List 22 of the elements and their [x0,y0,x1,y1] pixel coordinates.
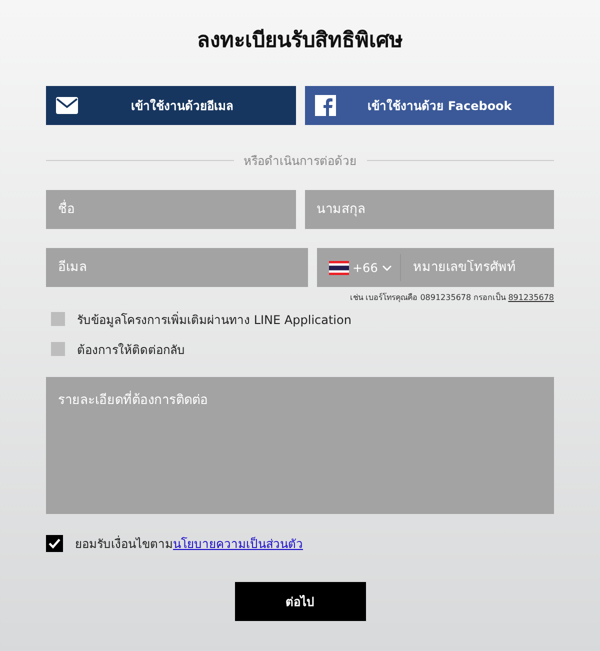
consent-checkbox[interactable] [46,535,63,552]
flag-icon [328,260,348,274]
privacy-policy-link[interactable]: นโยบายความเป็นส่วนตัว [173,537,303,551]
consent-text: ยอมรับเงื่อนไขตามนโยบายความเป็นส่วนตัว [75,534,303,553]
phone-example: 891235678 [508,293,554,302]
checkbox[interactable] [51,342,65,356]
facebook-login-button[interactable]: เข้าใช้งานด้วย Facebook [304,86,554,125]
email-field[interactable]: อีเมล [46,248,308,287]
phone-hint: เช่น เบอร์โทรคุณคือ 0891235678 กรอกเป็น [350,293,506,302]
divider-text: หรือดำเนินการต่อด้วย [244,153,356,170]
chevron-down-icon [382,264,392,270]
checkbox[interactable] [51,312,65,326]
option-label: รับข้อมูลโครงการเพิ่มเติมผ่านทาง LINE Application [77,310,352,328]
facebook-icon [314,95,336,116]
page-title: ลงทะเบียนรับสิทธิพิเศษ [196,27,404,54]
first-name-field[interactable]: ชื่อ [46,190,296,229]
envelope-icon [56,97,78,114]
last-name-field[interactable]: นามสกุล [304,190,554,229]
option-label: ต้องการให้ติดต่อกลับ [77,342,185,358]
email-login-button[interactable]: เข้าใช้งานด้วยอีเมล [46,86,296,125]
next-button[interactable]: ต่อไป [234,582,366,621]
message-field[interactable]: รายละเอียดที่ต้องการติดต่อ [46,377,554,514]
